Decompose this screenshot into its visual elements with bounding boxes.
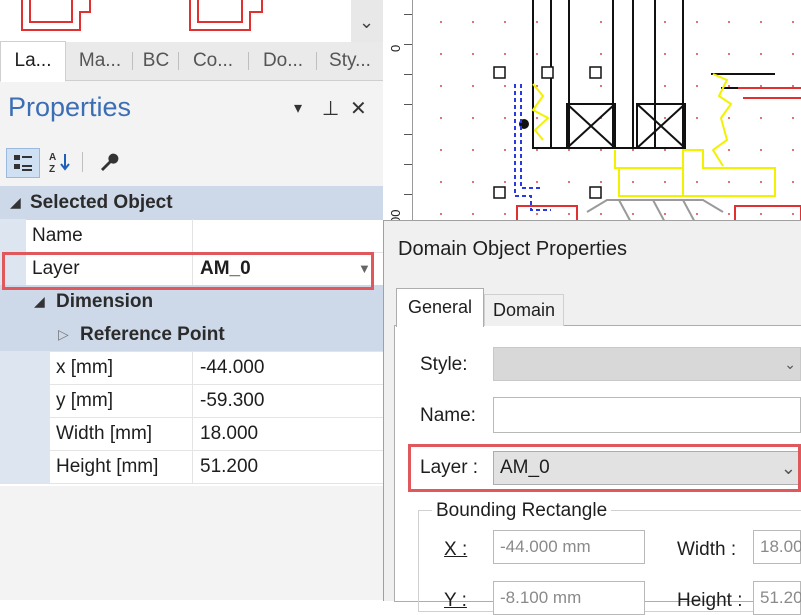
expand-triangle-icon[interactable]: ▷ — [58, 318, 69, 351]
property-row-name[interactable]: Name — [0, 219, 383, 253]
column-divider — [192, 351, 193, 384]
cad-drawing — [493, 0, 801, 230]
category-dimension[interactable]: ◢ Dimension — [0, 285, 383, 319]
row-gutter — [0, 384, 50, 417]
categorized-icon[interactable] — [6, 148, 40, 178]
ruler-tick — [404, 14, 412, 15]
property-value[interactable]: -44.000 — [200, 351, 264, 384]
pin-icon[interactable]: ⊥ — [322, 96, 339, 121]
property-value[interactable]: 51.200 — [200, 450, 258, 483]
style-label: Style: — [420, 354, 468, 375]
chevron-down-icon: ⌄ — [784, 356, 796, 372]
bounding-rectangle-title: Bounding Rectangle — [432, 500, 612, 522]
tab-separator — [178, 52, 179, 70]
row-gutter — [0, 450, 50, 483]
name-input[interactable] — [493, 397, 801, 433]
alphabetical-sort-icon[interactable]: AZ — [44, 148, 76, 176]
property-value[interactable]: -59.300 — [200, 384, 264, 417]
category-label: Reference Point — [80, 324, 225, 345]
column-divider — [192, 384, 193, 417]
chevron-down-icon: ⌄ — [359, 12, 375, 32]
tab-general[interactable]: General — [396, 288, 484, 327]
tab-separator — [132, 52, 133, 70]
toolbar-separator — [82, 152, 83, 172]
category-selected-object[interactable]: ◢ Selected Object — [0, 186, 383, 220]
width-label: Width : — [677, 539, 737, 560]
height-label: Height : — [677, 590, 743, 611]
row-gutter — [0, 417, 50, 450]
tab-separator — [316, 52, 317, 70]
width-value: 18.00 — [760, 537, 801, 556]
layer-field-highlight — [408, 444, 801, 492]
tab-domains[interactable]: Do... — [252, 42, 314, 80]
property-label: Width [mm] — [56, 423, 153, 444]
y-value: -8.100 mm — [500, 588, 582, 607]
height-value: 51.20 — [760, 588, 801, 607]
y-input[interactable]: -8.100 mm — [493, 581, 645, 615]
width-input[interactable]: 18.00 — [753, 530, 801, 564]
tab-styles[interactable]: Sty... — [320, 42, 380, 80]
dialog-title: Domain Object Properties — [398, 238, 627, 260]
thumbnail-previews — [21, 0, 263, 31]
properties-title: Properties — [8, 92, 132, 122]
ruler-tick — [404, 104, 412, 105]
tab-separator — [248, 52, 249, 70]
x-value: -44.000 mm — [500, 537, 591, 556]
panel-dropdown-icon[interactable]: ▾ — [294, 98, 302, 118]
property-label: y [mm] — [56, 390, 113, 411]
close-icon[interactable]: ✕ — [350, 96, 367, 121]
category-reference-point[interactable]: ▷ Reference Point — [0, 318, 383, 352]
ruler-tick — [404, 44, 412, 45]
tab-domain[interactable]: Domain — [484, 294, 564, 326]
property-row-x[interactable]: x [mm] -44.000 — [0, 351, 383, 385]
property-row-y[interactable]: y [mm] -59.300 — [0, 384, 383, 418]
x-label: X : — [444, 539, 468, 560]
layer-thumbnails: ⌄ — [0, 0, 383, 42]
ruler-tick — [404, 194, 412, 195]
row-gutter — [0, 219, 26, 252]
ruler-tick — [404, 134, 412, 135]
ruler-tick — [404, 164, 412, 165]
y-label: Y : — [444, 590, 467, 611]
property-row-height[interactable]: Height [mm] 51.200 — [0, 450, 383, 484]
column-divider — [192, 417, 193, 450]
height-input[interactable]: 51.20 — [753, 581, 801, 615]
tab-layers[interactable]: La... — [0, 41, 66, 82]
property-label: x [mm] — [56, 357, 113, 378]
category-label: Selected Object — [30, 192, 173, 213]
tab-bc[interactable]: BC — [136, 42, 176, 80]
property-grid: ◢ Selected Object Name Layer AM_0 ▼ ◢ Di… — [0, 186, 383, 486]
property-label: Name — [32, 225, 83, 246]
properties-toolbar: AZ — [0, 140, 383, 184]
ruler-label: 0 — [388, 44, 403, 52]
tab-materials[interactable]: Ma... — [70, 42, 130, 80]
name-label: Name: — [420, 405, 476, 426]
row-gutter — [0, 351, 50, 384]
style-select[interactable]: ⌄ — [493, 347, 801, 381]
column-divider — [192, 450, 193, 483]
layer-row-highlight — [2, 252, 374, 290]
property-value[interactable]: 18.000 — [200, 417, 258, 450]
column-divider — [192, 219, 193, 252]
row-gutter — [0, 318, 50, 351]
svg-text:Z: Z — [49, 164, 55, 174]
wrench-icon[interactable] — [92, 148, 124, 176]
x-input[interactable]: -44.000 mm — [493, 530, 645, 564]
thumbnail-scroll-down[interactable]: ⌄ — [351, 0, 383, 42]
tab-co[interactable]: Co... — [182, 42, 244, 80]
panel-tabs: La... Ma... BC Co... Do... Sty... — [0, 41, 383, 82]
property-label: Height [mm] — [56, 456, 159, 477]
vertical-ruler: 0 00 — [386, 0, 413, 226]
property-row-width[interactable]: Width [mm] 18.000 — [0, 417, 383, 451]
collapse-triangle-icon[interactable]: ◢ — [10, 186, 21, 219]
svg-text:A: A — [49, 152, 56, 163]
left-panel: ⌄ La... Ma... BC Co... Do... Sty... Prop… — [0, 0, 383, 600]
ruler-tick — [404, 74, 412, 75]
